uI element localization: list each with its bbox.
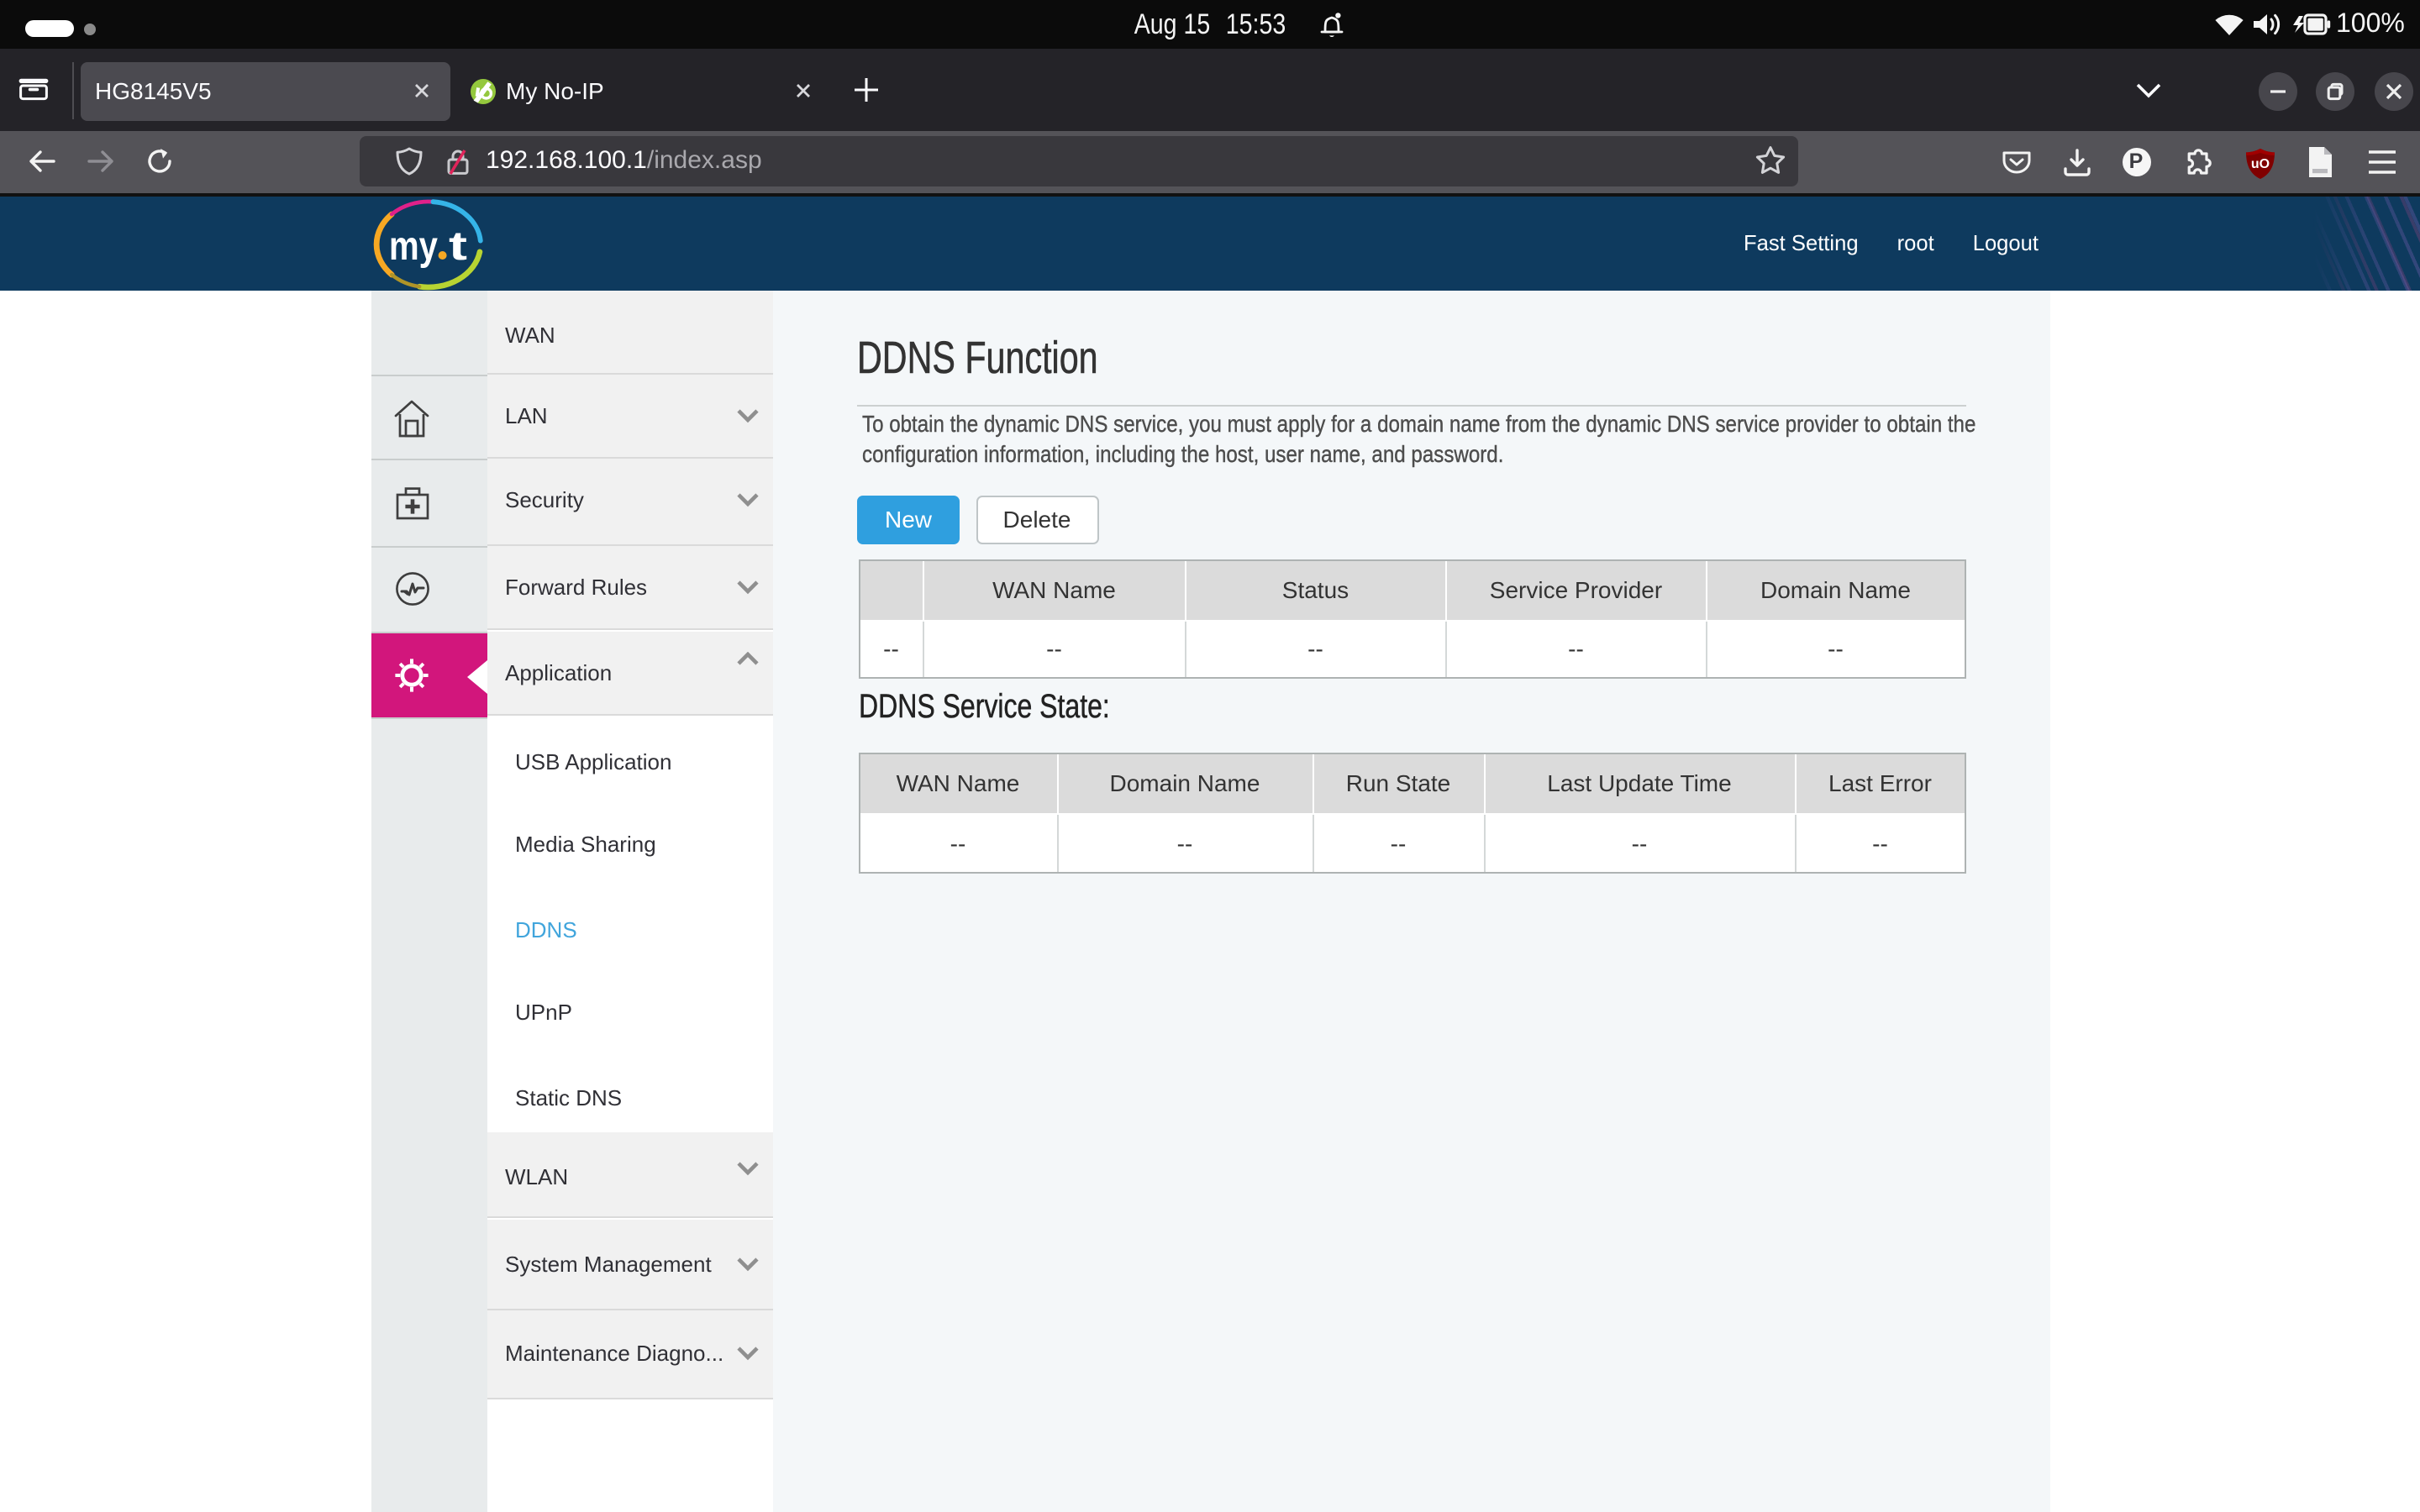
svg-text:my: my bbox=[389, 224, 438, 269]
svg-text:uO: uO bbox=[2251, 156, 2270, 171]
svg-text:t: t bbox=[449, 224, 467, 269]
